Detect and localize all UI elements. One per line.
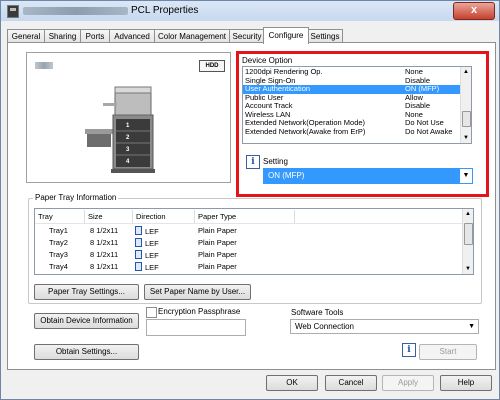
tab-general[interactable]: General <box>7 29 45 43</box>
column-header[interactable]: Direction <box>133 210 195 223</box>
tray-number-1: 1 <box>126 123 130 129</box>
device-option-label: Device Option <box>242 56 293 65</box>
tab-ports[interactable]: Ports <box>80 29 110 43</box>
chevron-down-icon: ▼ <box>460 169 472 183</box>
scroll-up-arrow-icon[interactable]: ▲ <box>462 69 470 75</box>
tray-number-4: 4 <box>126 159 130 165</box>
obtain-device-information-button[interactable]: Obtain Device Information <box>34 313 139 329</box>
tab-advanced[interactable]: Advanced <box>109 29 155 43</box>
table-row[interactable]: Tray4 8 1/2x11 LEF Plain Paper <box>35 262 455 272</box>
setting-value: ON (MFP) <box>268 171 305 180</box>
device-option-scrollbar[interactable]: ▲ ▼ <box>460 67 471 143</box>
setting-dropdown[interactable]: ON (MFP) ▼ <box>263 168 473 184</box>
software-tools-dropdown[interactable]: Web Connection ▼ <box>290 319 479 334</box>
encryption-passphrase-input[interactable] <box>146 319 246 336</box>
column-header[interactable]: Paper Type <box>195 210 295 223</box>
device-option-list[interactable]: 1200dpi Rendering Op. None Single Sign-On… <box>242 66 472 144</box>
scroll-thumb[interactable] <box>462 111 471 127</box>
scroll-down-arrow-icon[interactable]: ▼ <box>464 266 472 272</box>
setting-label: Setting <box>263 157 288 166</box>
lef-orientation-icon <box>135 238 142 247</box>
set-paper-name-button[interactable]: Set Paper Name by User... <box>144 284 251 300</box>
tab-color-management[interactable]: Color Management <box>154 29 230 43</box>
encryption-passphrase-checkbox[interactable] <box>146 307 157 318</box>
list-item[interactable]: Extended Network(Awake from ErP) Do Not A… <box>243 127 460 137</box>
tray-number-2: 2 <box>126 135 130 141</box>
close-button[interactable]: x <box>453 2 495 20</box>
column-header[interactable]: Size <box>85 210 133 223</box>
scroll-thumb[interactable] <box>464 223 473 245</box>
tab-security[interactable]: Security <box>229 29 265 43</box>
scroll-down-arrow-icon[interactable]: ▼ <box>462 135 470 141</box>
software-tools-label: Software Tools <box>291 308 344 317</box>
header-divider <box>35 223 473 224</box>
software-tools-value: Web Connection <box>295 322 354 331</box>
ok-button[interactable]: OK <box>266 375 318 391</box>
printer-preview: HDD 1 2 3 4 <box>26 52 231 183</box>
printer-properties-window: PCL Properties x General Sharing Ports A… <box>0 0 500 400</box>
cancel-button[interactable]: Cancel <box>325 375 377 391</box>
paper-tray-title: Paper Tray Information <box>33 193 119 202</box>
lef-orientation-icon <box>135 226 142 235</box>
window-title: PCL Properties <box>131 5 199 16</box>
chevron-down-icon: ▼ <box>468 323 475 330</box>
info-icon: i <box>402 343 416 357</box>
table-row[interactable]: Tray2 8 1/2x11 LEF Plain Paper <box>35 238 455 248</box>
help-button[interactable]: Help <box>440 375 492 391</box>
obtain-settings-button[interactable]: Obtain Settings... <box>34 344 139 360</box>
scroll-up-arrow-icon[interactable]: ▲ <box>464 211 472 217</box>
lef-orientation-icon <box>135 262 142 271</box>
lef-orientation-icon <box>135 250 142 259</box>
table-row[interactable]: Tray3 8 1/2x11 LEF Plain Paper <box>35 250 455 260</box>
info-icon: i <box>246 155 260 169</box>
column-header[interactable]: Tray <box>35 210 85 223</box>
table-row[interactable]: Tray1 8 1/2x11 LEF Plain Paper <box>35 226 455 236</box>
blurred-printer-name <box>23 7 128 15</box>
paper-tray-settings-button[interactable]: Paper Tray Settings... <box>34 284 139 300</box>
tab-sharing[interactable]: Sharing <box>44 29 81 43</box>
paper-tray-scrollbar[interactable]: ▲ ▼ <box>462 209 473 274</box>
paper-tray-table[interactable]: Tray Size Direction Paper Type Tray1 8 1… <box>34 208 474 275</box>
encryption-passphrase-label: Encryption Passphrase <box>158 307 241 316</box>
title-bar[interactable]: PCL Properties x <box>1 1 499 21</box>
apply-button[interactable]: Apply <box>382 375 434 391</box>
tray-number-3: 3 <box>126 147 130 153</box>
start-button[interactable]: Start <box>419 344 477 360</box>
tab-configure[interactable]: Configure <box>263 27 309 44</box>
tab-settings[interactable]: Settings <box>307 29 343 43</box>
printer-icon <box>7 5 19 18</box>
